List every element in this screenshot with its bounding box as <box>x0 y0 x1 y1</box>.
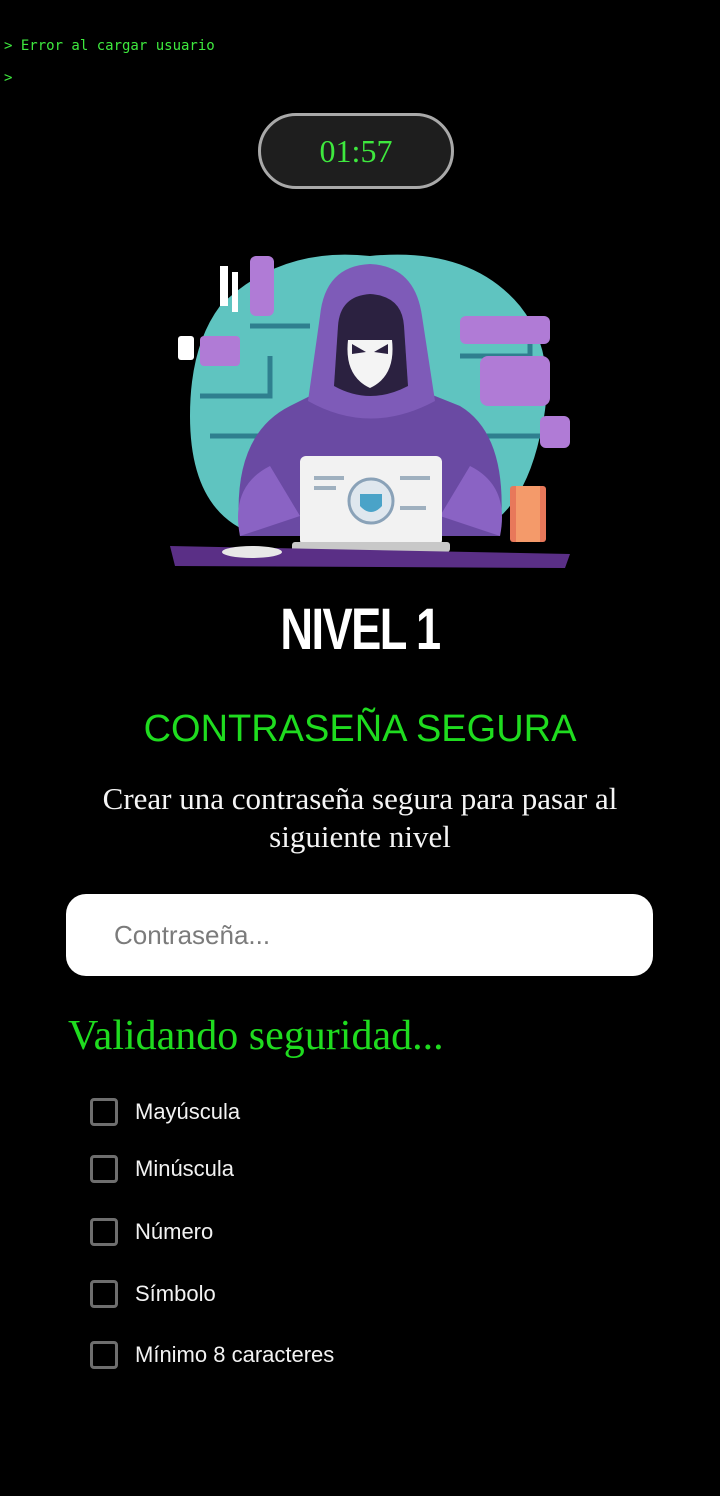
timer-value: 01:57 <box>319 132 393 169</box>
password-field-container[interactable] <box>66 894 653 976</box>
countdown-timer: 01:57 <box>258 113 454 189</box>
requirement-symbol[interactable]: Símbolo <box>90 1280 216 1308</box>
console-log: > Error al cargar usuario > <box>4 30 215 94</box>
hacker-illustration-icon <box>170 254 570 568</box>
requirement-label: Mínimo 8 caracteres <box>135 1342 335 1367</box>
requirement-checkbox[interactable] <box>90 1280 118 1308</box>
requirement-min-length[interactable]: Mínimo 8 caracteres <box>90 1341 334 1369</box>
requirement-checkbox[interactable] <box>90 1218 118 1246</box>
validation-status: Validando seguridad... <box>68 1013 444 1059</box>
requirement-checkbox[interactable] <box>90 1341 118 1369</box>
requirement-number[interactable]: Número <box>90 1218 213 1246</box>
requirement-checkbox[interactable] <box>90 1098 118 1126</box>
password-input[interactable] <box>112 918 607 952</box>
requirement-checkbox[interactable] <box>90 1155 118 1183</box>
level-title: NIVEL 1 <box>280 597 441 662</box>
challenge-description: Crear una contraseña segura para pasar a… <box>102 781 618 854</box>
requirement-uppercase[interactable]: Mayúscula <box>90 1098 240 1126</box>
requirement-label: Número <box>135 1219 214 1244</box>
console-prompt-line: > <box>4 70 13 86</box>
requirement-label: Símbolo <box>135 1281 216 1306</box>
challenge-title: CONTRASEÑA SEGURA <box>143 708 577 750</box>
requirement-label: Minúscula <box>135 1156 235 1181</box>
requirement-lowercase[interactable]: Minúscula <box>90 1155 234 1183</box>
console-error-line: > Error al cargar usuario <box>4 38 215 54</box>
requirement-label: Mayúscula <box>135 1099 241 1124</box>
